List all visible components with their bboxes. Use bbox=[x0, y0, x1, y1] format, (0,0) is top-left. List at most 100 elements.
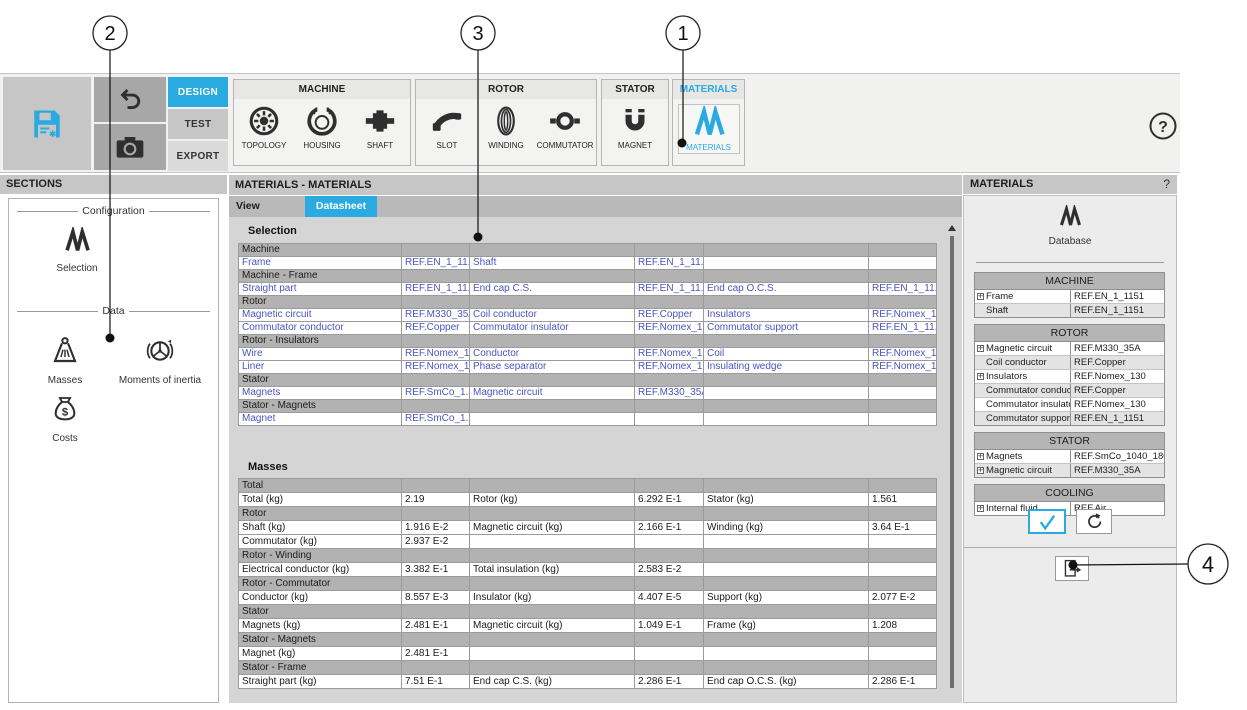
cell[interactable] bbox=[402, 296, 470, 309]
test-mode-button[interactable]: TEST bbox=[168, 109, 228, 139]
material-row[interactable]: Magnetic circuit REF.M330_35A bbox=[975, 342, 1164, 356]
cell[interactable]: REF.Nomex_1... bbox=[869, 309, 937, 322]
cell[interactable]: REF.EN_1_11... bbox=[635, 283, 704, 296]
cell[interactable]: Magnetic circuit bbox=[470, 387, 635, 400]
cell[interactable] bbox=[869, 244, 937, 257]
cell[interactable]: Commutator insulator bbox=[470, 322, 635, 335]
selection-table-row[interactable]: Machine - Frame bbox=[239, 270, 937, 283]
cell[interactable] bbox=[704, 400, 869, 413]
cell[interactable]: Frame bbox=[239, 257, 402, 270]
cell[interactable] bbox=[869, 387, 937, 400]
cell[interactable] bbox=[869, 413, 937, 426]
tab-view[interactable]: View bbox=[229, 196, 301, 217]
cell[interactable]: End cap C.S. bbox=[470, 283, 635, 296]
material-row[interactable]: Insulators REF.Nomex_130 bbox=[975, 370, 1164, 384]
cell[interactable]: Stator bbox=[239, 374, 402, 387]
selection-table-row[interactable]: Wire REF.Nomex_1... Conductor REF.Nomex_… bbox=[239, 348, 937, 361]
cell[interactable] bbox=[704, 296, 869, 309]
cell[interactable]: Insulators bbox=[704, 309, 869, 322]
selection-table-row[interactable]: Liner REF.Nomex_1... Phase separator REF… bbox=[239, 361, 937, 374]
cell[interactable]: Shaft bbox=[470, 257, 635, 270]
cell[interactable] bbox=[704, 244, 869, 257]
cell[interactable]: REF.EN_1_11... bbox=[635, 257, 704, 270]
cell[interactable]: REF.Nomex_1... bbox=[635, 361, 704, 374]
cell[interactable]: REF.Nomex_1... bbox=[869, 348, 937, 361]
cell[interactable] bbox=[635, 374, 704, 387]
export-mode-button[interactable]: EXPORT bbox=[168, 141, 228, 171]
cell[interactable] bbox=[635, 296, 704, 309]
selection-table-row[interactable]: Magnets REF.SmCo_1... Magnetic circuit R… bbox=[239, 387, 937, 400]
reset-button[interactable] bbox=[1076, 509, 1112, 534]
cell[interactable] bbox=[869, 296, 937, 309]
cell[interactable]: Wire bbox=[239, 348, 402, 361]
cell[interactable]: REF.M330_35A bbox=[402, 309, 470, 322]
cell[interactable]: Liner bbox=[239, 361, 402, 374]
cell[interactable] bbox=[704, 387, 869, 400]
cell[interactable] bbox=[635, 400, 704, 413]
cell[interactable]: Rotor bbox=[239, 296, 402, 309]
cell[interactable]: REF.EN_1_11... bbox=[402, 283, 470, 296]
cell[interactable]: Coil conductor bbox=[470, 309, 635, 322]
cell[interactable]: Rotor - Insulators bbox=[239, 335, 402, 348]
selection-table-row[interactable]: Magnetic circuit REF.M330_35A Coil condu… bbox=[239, 309, 937, 322]
housing-button[interactable]: HOUSING bbox=[294, 104, 350, 150]
cell[interactable]: Magnets bbox=[239, 387, 402, 400]
cell[interactable]: REF.Copper bbox=[635, 309, 704, 322]
cell[interactable]: Coil bbox=[704, 348, 869, 361]
cell[interactable]: REF.EN_1_11... bbox=[869, 283, 937, 296]
cell[interactable]: Insulating wedge bbox=[704, 361, 869, 374]
cell[interactable] bbox=[470, 270, 635, 283]
cell[interactable] bbox=[704, 413, 869, 426]
selection-table-row[interactable]: Magnet REF.SmCo_1... bbox=[239, 413, 937, 426]
cell[interactable] bbox=[470, 335, 635, 348]
cell[interactable] bbox=[635, 244, 704, 257]
cell[interactable] bbox=[470, 296, 635, 309]
cell[interactable] bbox=[402, 374, 470, 387]
cell[interactable] bbox=[704, 335, 869, 348]
cell[interactable]: REF.EN_1_11... bbox=[402, 257, 470, 270]
database-button[interactable]: Database bbox=[1020, 205, 1120, 247]
material-row[interactable]: Frame REF.EN_1_1151 bbox=[975, 290, 1164, 304]
cell[interactable]: Commutator conductor bbox=[239, 322, 402, 335]
cell[interactable] bbox=[869, 335, 937, 348]
screenshot-button[interactable] bbox=[94, 124, 166, 170]
cell[interactable] bbox=[402, 335, 470, 348]
selection-table-row[interactable]: Rotor bbox=[239, 296, 937, 309]
cell[interactable] bbox=[470, 400, 635, 413]
cell[interactable]: REF.SmCo_1... bbox=[402, 413, 470, 426]
sidebar-item-costs[interactable]: $ Costs bbox=[25, 391, 105, 444]
cell[interactable]: Straight part bbox=[239, 283, 402, 296]
material-row[interactable]: Commutator conductor REF.Copper bbox=[975, 384, 1164, 398]
cell[interactable] bbox=[402, 400, 470, 413]
material-row[interactable]: Commutator insulator REF.Nomex_130 bbox=[975, 398, 1164, 412]
cell[interactable] bbox=[635, 270, 704, 283]
cell[interactable] bbox=[470, 413, 635, 426]
topology-button[interactable]: TOPOLOGY bbox=[236, 104, 292, 150]
save-button[interactable] bbox=[3, 77, 91, 170]
cell[interactable]: REF.Nomex_1... bbox=[635, 348, 704, 361]
material-row[interactable]: Commutator support REF.EN_1_1151 bbox=[975, 412, 1164, 425]
cell[interactable]: REF.Nomex_1... bbox=[402, 361, 470, 374]
winding-button[interactable]: WINDING bbox=[478, 104, 534, 150]
cell[interactable] bbox=[470, 244, 635, 257]
cell[interactable] bbox=[704, 270, 869, 283]
cell[interactable] bbox=[635, 335, 704, 348]
material-row[interactable]: Magnetic circuit REF.M330_35A bbox=[975, 464, 1164, 477]
shaft-button[interactable]: SHAFT bbox=[352, 104, 408, 150]
selection-table-row[interactable]: Rotor - Insulators bbox=[239, 335, 937, 348]
apply-button[interactable] bbox=[1028, 509, 1066, 534]
scroll-up-arrow-icon[interactable] bbox=[948, 225, 956, 231]
cell[interactable] bbox=[635, 413, 704, 426]
export-report-button[interactable] bbox=[1055, 556, 1089, 581]
selection-table-row[interactable]: Stator - Magnets bbox=[239, 400, 937, 413]
cell[interactable]: REF.EN_1_11... bbox=[869, 322, 937, 335]
magnet-button[interactable]: MAGNET bbox=[607, 104, 663, 150]
material-row[interactable]: Magnets REF.SmCo_1040_1800 bbox=[975, 450, 1164, 464]
cell[interactable]: Machine - Frame bbox=[239, 270, 402, 283]
cell[interactable]: REF.Copper bbox=[402, 322, 470, 335]
cell[interactable] bbox=[402, 244, 470, 257]
cell[interactable]: REF.Nomex_1... bbox=[869, 361, 937, 374]
commutator-button[interactable]: COMMUTATOR bbox=[537, 104, 593, 150]
tab-datasheet[interactable]: Datasheet bbox=[305, 196, 377, 217]
undo-button[interactable] bbox=[94, 77, 166, 122]
